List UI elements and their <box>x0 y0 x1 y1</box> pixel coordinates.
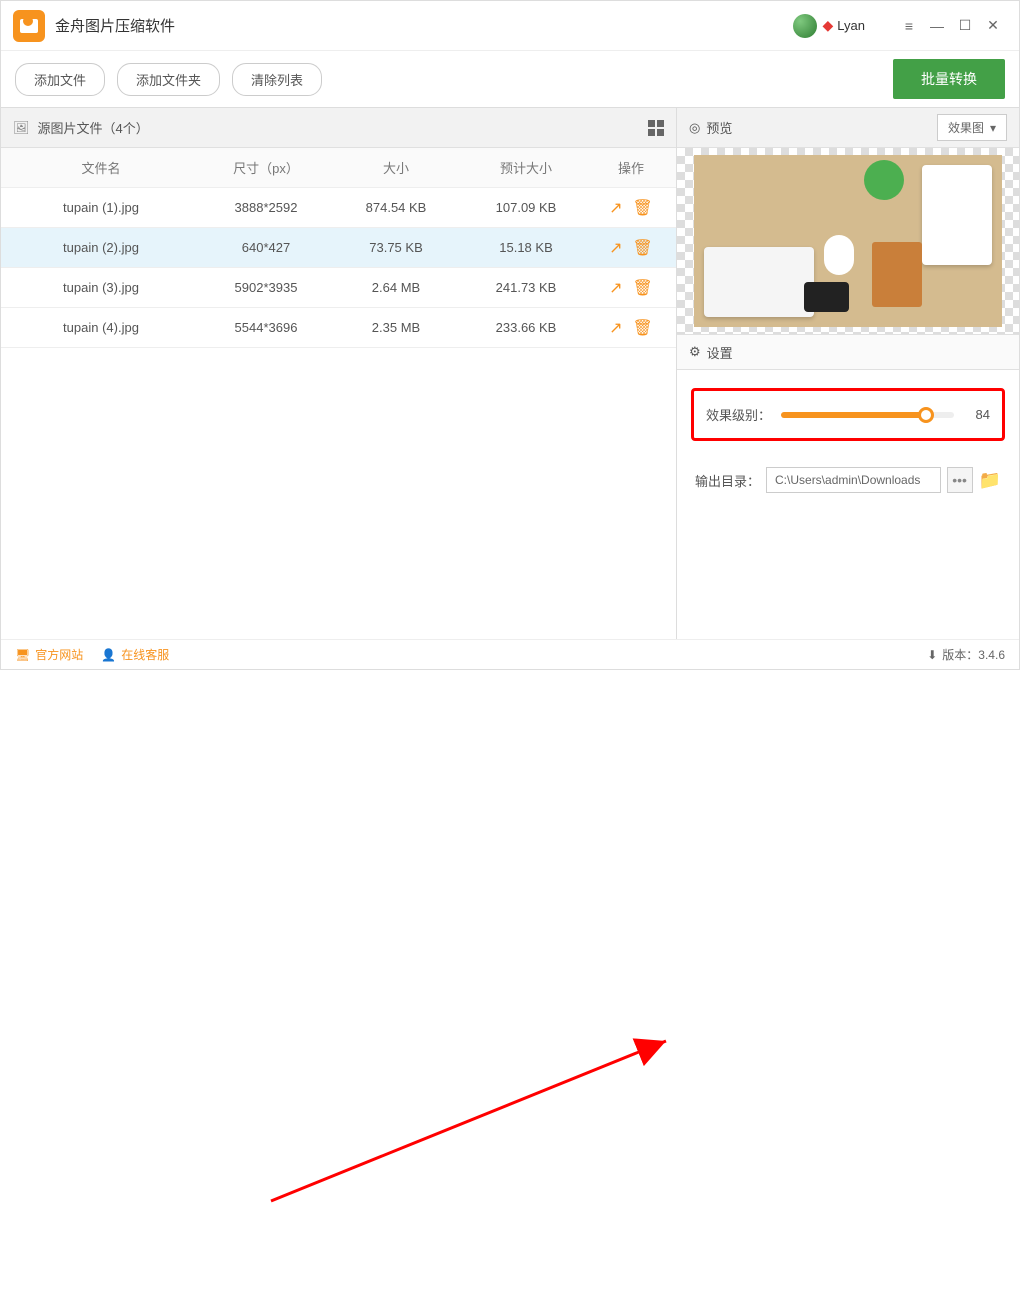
col-est: 预计大小 <box>461 158 591 177</box>
quality-label: 效果级别： <box>706 405 771 424</box>
dropdown-label: 效果图 <box>948 119 984 136</box>
file-list-panel: 🖼 源图片文件（4个） 文件名 尺寸（px） 大小 预计大小 操作 tupain… <box>1 108 677 641</box>
official-site-link[interactable]: 🖥 官方网站 <box>15 646 83 663</box>
delete-icon[interactable]: 🗑 <box>633 238 653 258</box>
export-icon[interactable]: ↗ <box>609 198 622 218</box>
quality-slider-row: 效果级别： 84 <box>691 388 1005 441</box>
cell-size: 2.35 MB <box>331 320 461 335</box>
settings-header: ⚙ 设置 <box>677 334 1019 370</box>
annotation-arrow <box>1 641 1020 1311</box>
delete-icon[interactable]: 🗑 <box>633 318 653 338</box>
batch-convert-button[interactable]: 批量转换 <box>893 59 1005 99</box>
table-row[interactable]: tupain (2).jpg640*42773.75 KB15.18 KB ↗ 🗑 <box>1 228 676 268</box>
output-path-input[interactable]: C:\Users\admin\Downloads <box>766 467 941 493</box>
open-folder-icon[interactable]: 📁 <box>979 470 1001 491</box>
cell-size: 2.64 MB <box>331 280 461 295</box>
cell-est: 15.18 KB <box>461 240 591 255</box>
titlebar: 金舟图片压缩软件 ◆ Lyan ≡ — ☐ ✕ <box>1 1 1019 51</box>
table-header: 文件名 尺寸（px） 大小 预计大小 操作 <box>1 148 676 188</box>
cell-est: 233.66 KB <box>461 320 591 335</box>
delete-icon[interactable]: 🗑 <box>633 278 653 298</box>
col-name: 文件名 <box>1 158 201 177</box>
export-icon[interactable]: ↗ <box>609 238 622 258</box>
cell-est: 241.73 KB <box>461 280 591 295</box>
col-size: 大小 <box>331 158 461 177</box>
cell-dim: 5544*3696 <box>201 320 331 335</box>
minimize-button[interactable]: — <box>923 12 951 40</box>
clear-list-button[interactable]: 清除列表 <box>232 63 322 96</box>
cell-dim: 3888*2592 <box>201 200 331 215</box>
settings-label: 设置 <box>707 343 733 362</box>
cell-dim: 5902*3935 <box>201 280 331 295</box>
slider-thumb[interactable] <box>918 407 934 423</box>
cell-name: tupain (3).jpg <box>1 280 201 295</box>
close-button[interactable]: ✕ <box>979 12 1007 40</box>
image-icon: 🖼 <box>13 120 30 136</box>
output-label: 输出目录： <box>695 471 760 490</box>
output-row: 输出目录： C:\Users\admin\Downloads ••• 📁 <box>691 467 1005 493</box>
file-list-header: 🖼 源图片文件（4个） <box>1 108 676 148</box>
preview-header: ◎ 预览 效果图 ▾ <box>677 108 1019 148</box>
add-file-button[interactable]: 添加文件 <box>15 63 105 96</box>
person-icon: 👤 <box>101 648 116 662</box>
browse-button[interactable]: ••• <box>947 467 973 493</box>
support-link[interactable]: 👤 在线客服 <box>101 646 169 663</box>
cell-dim: 640*427 <box>201 240 331 255</box>
user-name: Lyan <box>837 18 865 33</box>
cell-size: 73.75 KB <box>331 240 461 255</box>
export-icon[interactable]: ↗ <box>609 318 622 338</box>
preview-label: 预览 <box>706 118 732 137</box>
footer: 🖥 官方网站 👤 在线客服 ⬇ 版本：3.4.6 <box>1 639 1019 669</box>
export-icon[interactable]: ↗ <box>609 278 622 298</box>
cell-name: tupain (2).jpg <box>1 240 201 255</box>
cell-size: 874.54 KB <box>331 200 461 215</box>
version-label: ⬇ 版本：3.4.6 <box>927 646 1005 663</box>
table-row[interactable]: tupain (3).jpg5902*39352.64 MB241.73 KB ↗… <box>1 268 676 308</box>
menu-button[interactable]: ≡ <box>895 12 923 40</box>
delete-icon[interactable]: 🗑 <box>633 198 653 218</box>
preview-mode-dropdown[interactable]: 效果图 ▾ <box>937 114 1007 141</box>
app-logo-icon <box>13 10 45 42</box>
monitor-icon: 🖥 <box>15 648 30 662</box>
table-row[interactable]: tupain (4).jpg5544*36962.35 MB233.66 KB ↗… <box>1 308 676 348</box>
app-title: 金舟图片压缩软件 <box>55 15 175 36</box>
download-icon: ⬇ <box>927 648 937 662</box>
gear-icon: ⚙ <box>689 344 701 360</box>
cell-name: tupain (4).jpg <box>1 320 201 335</box>
eye-icon: ◎ <box>689 120 700 136</box>
preview-image <box>677 148 1019 334</box>
grid-view-icon[interactable] <box>648 120 664 136</box>
cell-name: tupain (1).jpg <box>1 200 201 215</box>
col-ops: 操作 <box>591 158 671 177</box>
col-dim: 尺寸（px） <box>201 158 331 177</box>
file-count-label: 源图片文件（4个） <box>38 118 149 137</box>
chevron-down-icon: ▾ <box>990 121 996 135</box>
toolbar: 添加文件 添加文件夹 清除列表 批量转换 <box>1 51 1019 107</box>
quality-value: 84 <box>964 407 990 422</box>
cell-est: 107.09 KB <box>461 200 591 215</box>
quality-slider[interactable] <box>781 412 954 418</box>
maximize-button[interactable]: ☐ <box>951 12 979 40</box>
user-avatar[interactable] <box>793 14 817 38</box>
add-folder-button[interactable]: 添加文件夹 <box>117 63 220 96</box>
gem-icon: ◆ <box>823 17 834 34</box>
preview-settings-panel: ◎ 预览 效果图 ▾ ⚙ 设置 效果级别： <box>677 108 1019 641</box>
table-row[interactable]: tupain (1).jpg3888*2592874.54 KB107.09 K… <box>1 188 676 228</box>
